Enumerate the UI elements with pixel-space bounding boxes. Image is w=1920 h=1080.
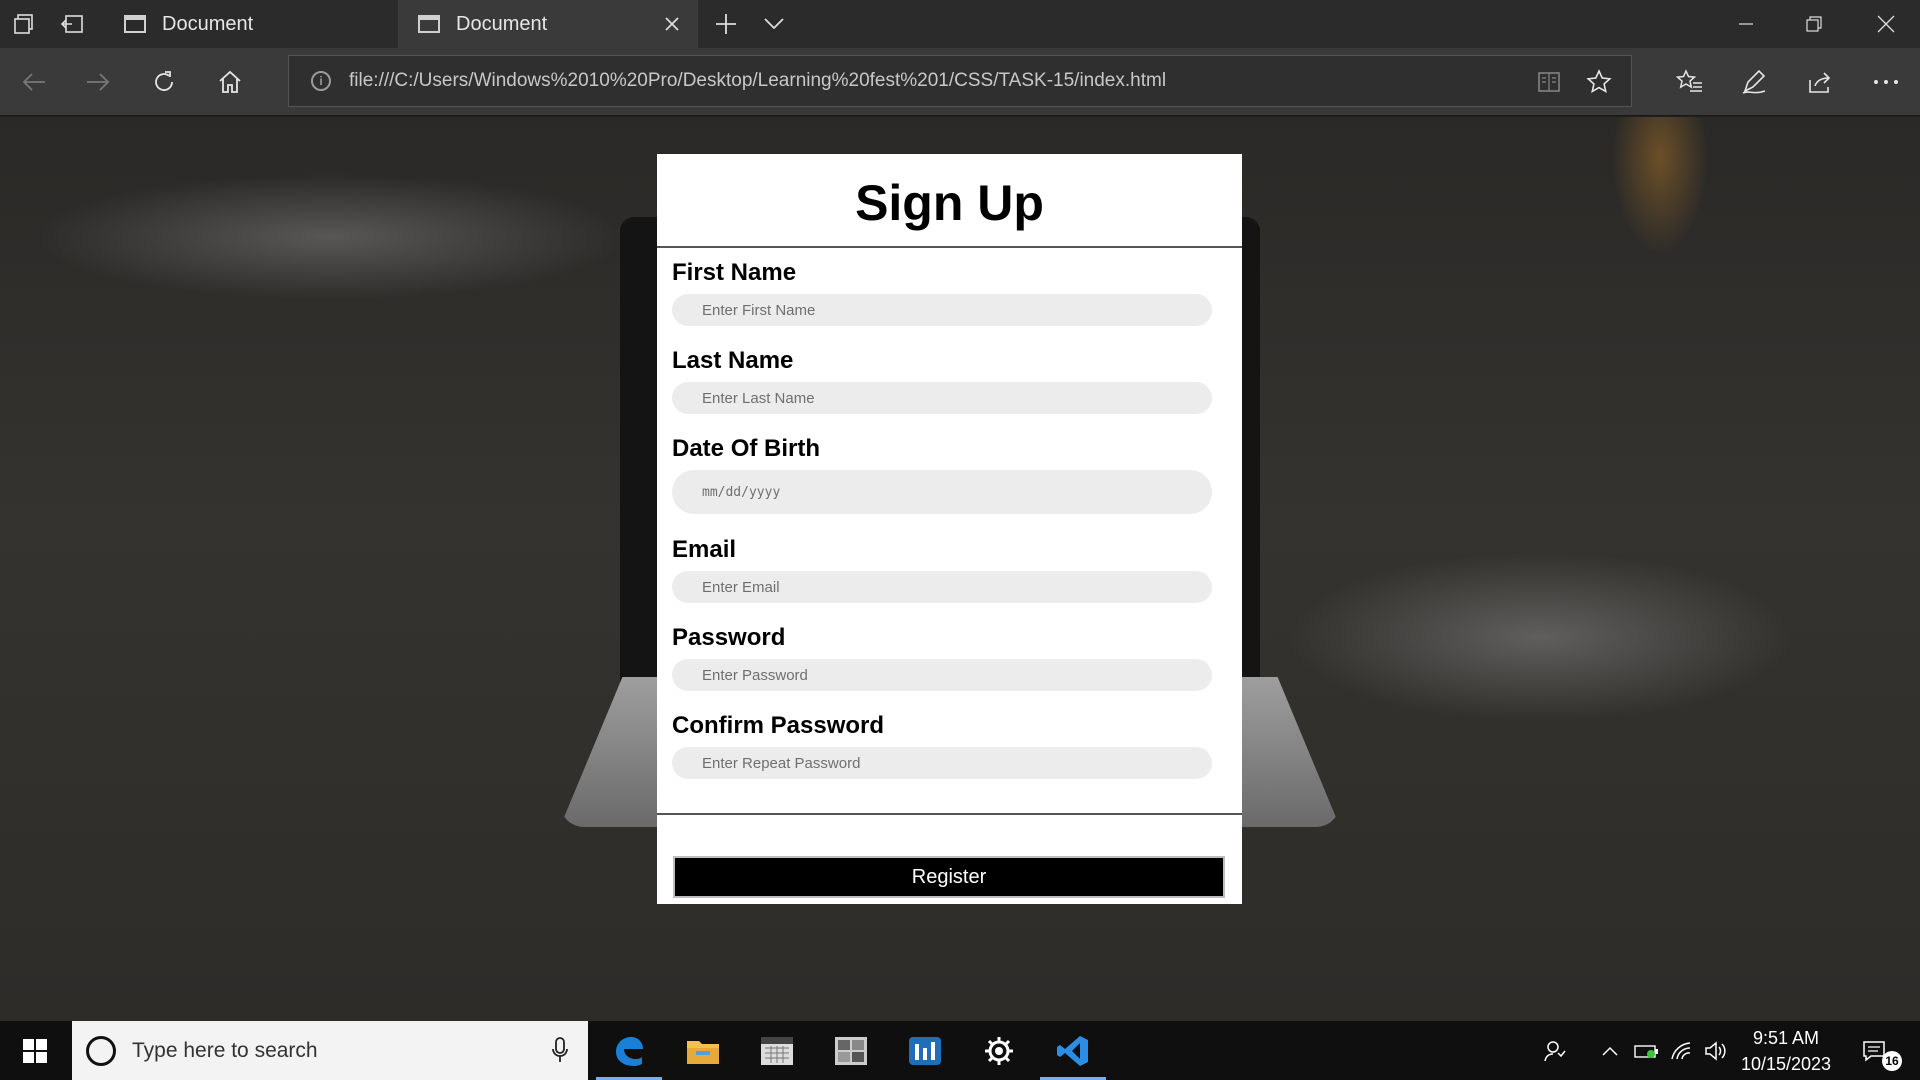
back-arrow-icon[interactable] [10, 58, 58, 106]
windows-start-icon[interactable] [0, 1021, 70, 1080]
system-clock[interactable]: 9:51 AM 10/15/2023 [1728, 1025, 1844, 1077]
reading-view-icon[interactable] [1525, 56, 1573, 108]
info-icon[interactable]: i [311, 71, 331, 91]
tab-bar: Document Document [0, 0, 1920, 48]
page-title: Sign Up [855, 175, 1044, 231]
taskbar-search-box[interactable]: Type here to search [72, 1021, 588, 1080]
notifications-icon[interactable] [1856, 1021, 1892, 1080]
first-name-input[interactable]: Enter First Name [672, 294, 1212, 326]
edge-icon[interactable] [592, 1021, 666, 1080]
forward-arrow-icon[interactable] [74, 58, 122, 106]
confirm-password-input[interactable]: Enter Repeat Password [672, 747, 1212, 779]
tab-title: Document [456, 12, 548, 35]
first-name-label: First Name [672, 259, 797, 286]
password-label: Password [672, 624, 786, 651]
cortana-icon[interactable] [86, 1035, 116, 1066]
notification-count-badge: 16 [1882, 1051, 1902, 1071]
date-of-birth-input[interactable]: mm/dd/yyyy [672, 470, 1212, 514]
people-icon[interactable] [1538, 1021, 1572, 1080]
confirm-password-label: Confirm Password [672, 712, 885, 739]
volume-icon[interactable] [1702, 1021, 1730, 1080]
page-viewport: Sign Up First Name Enter First Name Last… [0, 117, 1920, 1021]
signup-card: Sign Up First Name Enter First Name Last… [657, 154, 1242, 904]
home-icon[interactable] [206, 58, 254, 106]
star-icon[interactable] [1575, 56, 1623, 108]
plus-icon[interactable] [700, 0, 752, 48]
wifi-icon[interactable] [1668, 1021, 1696, 1080]
navigation-bar: i file:///C:/Users/Windows%2010%20Pro/De… [0, 48, 1920, 116]
tab-actions-icon[interactable] [0, 0, 48, 48]
tab-document-inactive[interactable]: Document [104, 0, 398, 48]
battery-icon[interactable] [1632, 1021, 1662, 1080]
more-icon[interactable] [1862, 58, 1910, 106]
email-label: Email [672, 536, 737, 563]
page-icon [124, 15, 146, 33]
chevron-up-icon[interactable] [1598, 1021, 1622, 1080]
share-icon[interactable] [1796, 58, 1844, 106]
set-aside-tabs-icon[interactable] [48, 0, 96, 48]
last-name-input[interactable]: Enter Last Name [672, 382, 1212, 414]
title-divider [657, 246, 1242, 248]
close-tab-icon[interactable] [660, 12, 684, 36]
address-url: file:///C:/Users/Windows%2010%20Pro/Desk… [349, 70, 1167, 91]
photo-app-icon[interactable] [814, 1021, 888, 1080]
form-divider [657, 813, 1242, 815]
chart-app-icon[interactable] [888, 1021, 962, 1080]
minimize-icon[interactable] [1712, 0, 1780, 48]
page-icon [418, 15, 440, 33]
clock-time: 9:51 AM [1752, 1028, 1820, 1048]
date-of-birth-label: Date Of Birth [672, 435, 821, 462]
password-input[interactable]: Enter Password [672, 659, 1212, 691]
pen-icon[interactable] [1730, 58, 1778, 106]
tab-title: Document [162, 12, 254, 35]
favorites-hub-icon[interactable] [1666, 58, 1714, 106]
search-placeholder: Type here to search [132, 1038, 318, 1062]
address-bar[interactable]: i file:///C:/Users/Windows%2010%20Pro/De… [288, 55, 1632, 107]
calendar-app-icon[interactable] [740, 1021, 814, 1080]
refresh-icon[interactable] [140, 58, 188, 106]
vscode-icon[interactable] [1036, 1021, 1110, 1080]
tab-document-active[interactable]: Document [398, 0, 698, 48]
email-input[interactable]: Enter Email [672, 571, 1212, 603]
close-icon[interactable] [1852, 0, 1920, 48]
taskbar: Type here to search 9:51 AM 10/15/2023 1… [0, 1021, 1920, 1080]
chevron-down-icon[interactable] [748, 0, 800, 48]
last-name-label: Last Name [672, 347, 794, 374]
microphone-icon[interactable] [552, 1037, 568, 1063]
restore-icon[interactable] [1780, 0, 1848, 48]
file-explorer-icon[interactable] [666, 1021, 740, 1080]
settings-icon[interactable] [962, 1021, 1036, 1080]
clock-date: 10/15/2023 [1740, 1054, 1832, 1074]
register-button[interactable]: Register [673, 856, 1225, 898]
